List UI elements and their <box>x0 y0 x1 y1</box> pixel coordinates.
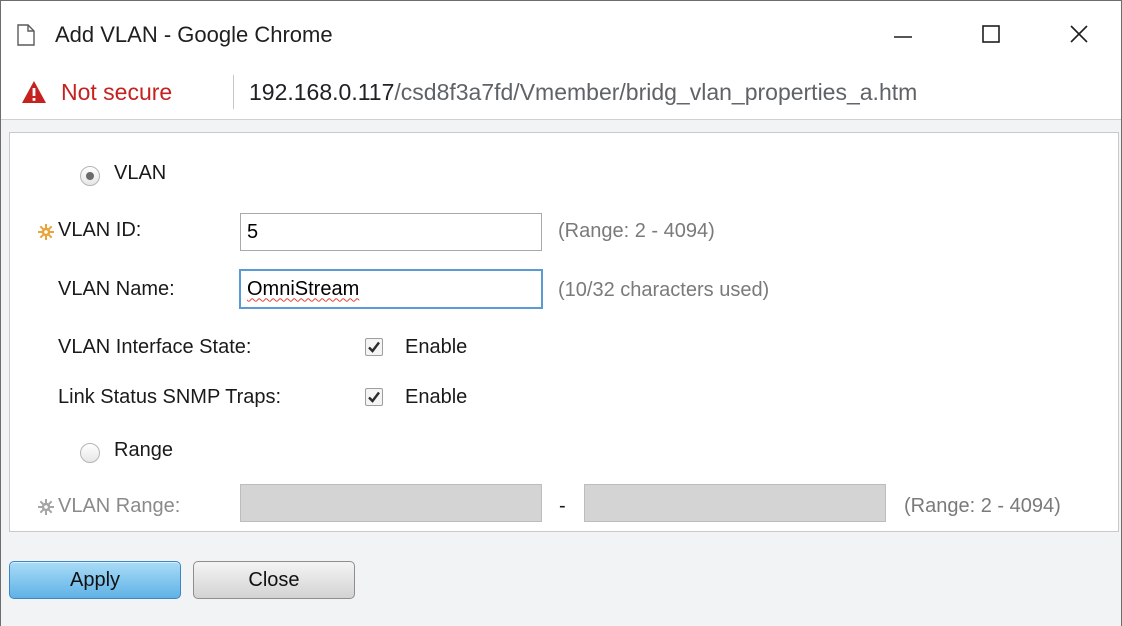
checkmark-icon <box>368 341 380 353</box>
minimize-button[interactable] <box>857 1 949 67</box>
url-host: 192.168.0.117 <box>249 79 395 105</box>
interface-state-label: VLAN Interface State: <box>58 336 252 358</box>
checkmark-icon <box>368 391 380 403</box>
apply-button[interactable]: Apply <box>9 561 181 599</box>
page-icon <box>17 24 35 46</box>
dialog-body: VLAN VLAN ID: (Range: 2 - 4094) VLAN Nam… <box>1 119 1121 626</box>
vlan-range-separator: - <box>559 495 566 517</box>
minimize-icon <box>894 36 912 38</box>
vlan-range-from-input[interactable] <box>240 484 542 522</box>
vlan-form-panel: VLAN VLAN ID: (Range: 2 - 4094) VLAN Nam… <box>9 132 1119 532</box>
snmp-traps-checkbox[interactable] <box>365 388 383 406</box>
close-icon <box>1070 25 1088 43</box>
window-title: Add VLAN - Google Chrome <box>55 22 333 47</box>
vlan-id-label: VLAN ID: <box>58 219 142 241</box>
vlan-range-to-input[interactable] <box>584 484 886 522</box>
warning-icon <box>22 81 46 103</box>
vlan-name-input[interactable]: OmniStream <box>239 269 543 309</box>
browser-popup-window: Add VLAN - Google Chrome Not secure 192.… <box>0 0 1122 626</box>
url-path: /csd8f3a7fd/Vmember/bridg_vlan_propertie… <box>394 79 918 105</box>
required-star-icon <box>38 499 54 515</box>
address-separator <box>233 75 234 109</box>
title-bar: Add VLAN - Google Chrome <box>1 1 1121 67</box>
vlan-radio[interactable] <box>80 166 100 186</box>
interface-state-checkbox[interactable] <box>365 338 383 356</box>
close-window-button[interactable] <box>1033 1 1122 67</box>
vlan-name-usage-hint: (10/32 characters used) <box>558 279 770 301</box>
address-bar[interactable]: Not secure 192.168.0.117/csd8f3a7fd/Vmem… <box>1 67 1121 119</box>
required-star-icon <box>38 224 54 240</box>
url-text[interactable]: 192.168.0.117/csd8f3a7fd/Vmember/bridg_v… <box>249 79 917 106</box>
security-status[interactable]: Not secure <box>61 79 172 106</box>
interface-state-enable-label: Enable <box>405 336 468 358</box>
vlan-radio-label: VLAN <box>114 162 167 184</box>
radio-selected-dot <box>86 172 94 180</box>
maximize-button[interactable] <box>945 1 1037 67</box>
vlan-range-hint: (Range: 2 - 4094) <box>904 495 1061 517</box>
maximize-icon <box>982 25 1000 43</box>
vlan-id-range-hint: (Range: 2 - 4094) <box>558 220 715 242</box>
range-radio-label: Range <box>114 439 173 461</box>
vlan-name-label: VLAN Name: <box>58 278 175 300</box>
snmp-traps-label: Link Status SNMP Traps: <box>58 386 282 408</box>
vlan-name-value: OmniStream <box>247 277 360 300</box>
vlan-id-input[interactable] <box>240 213 542 251</box>
close-button[interactable]: Close <box>193 561 355 599</box>
range-radio[interactable] <box>80 443 100 463</box>
snmp-traps-enable-label: Enable <box>405 386 468 408</box>
vlan-range-label: VLAN Range: <box>58 495 181 517</box>
